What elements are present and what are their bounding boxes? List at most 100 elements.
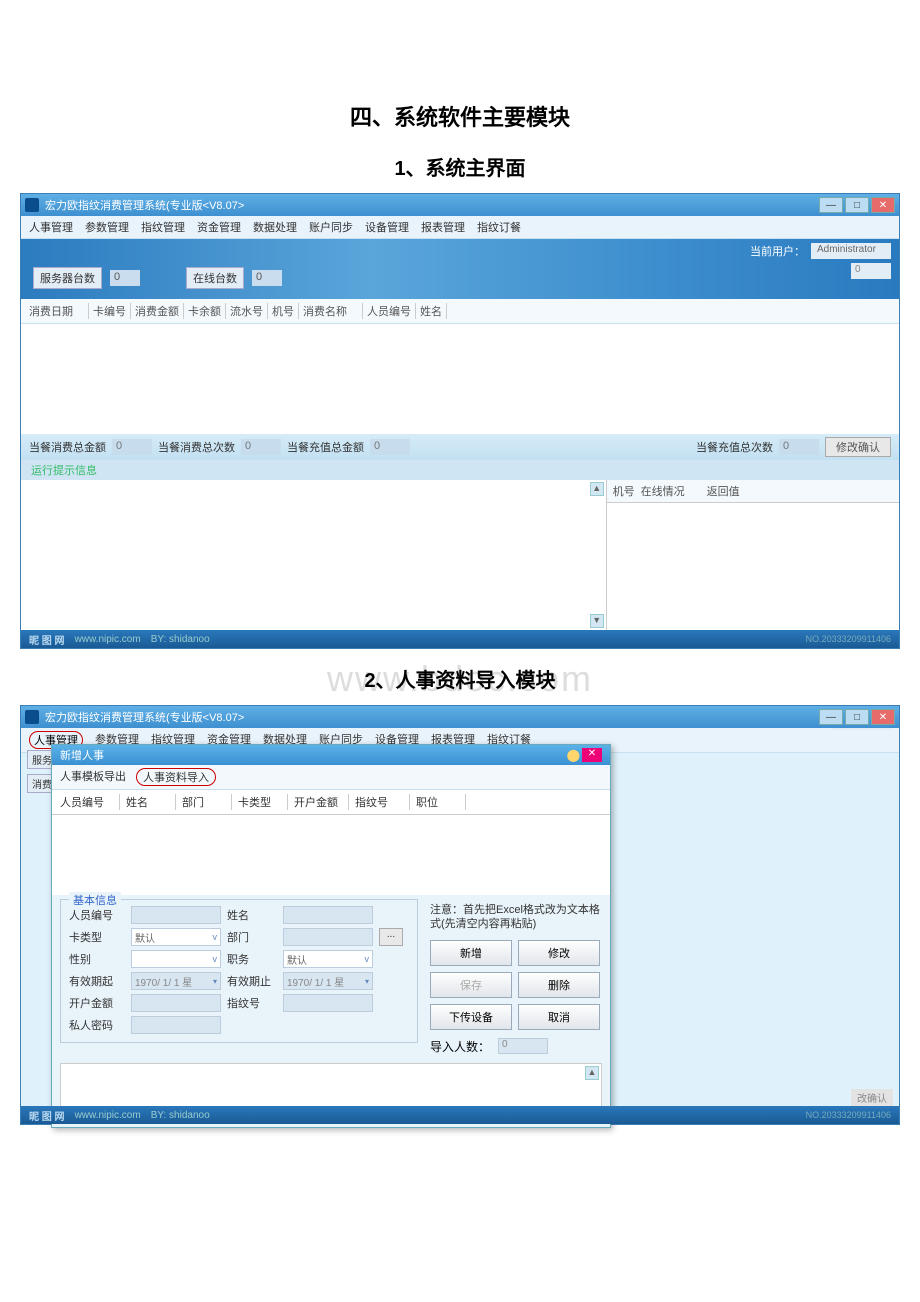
footer: 昵 图 网 www.nipic.com BY: shidanoo NO.2033… bbox=[21, 1106, 899, 1124]
sum-value: 0 bbox=[241, 439, 281, 455]
menu-item[interactable]: 账户同步 bbox=[309, 219, 353, 235]
col: 卡编号 bbox=[93, 303, 131, 319]
menu-item[interactable]: 指纹订餐 bbox=[477, 219, 521, 235]
col: 消费名称 bbox=[303, 303, 363, 319]
col: 机号 bbox=[613, 483, 635, 499]
maximize-button[interactable]: □ bbox=[845, 197, 869, 213]
dept-browse-button[interactable]: ... bbox=[379, 928, 403, 946]
finger-input[interactable] bbox=[283, 994, 373, 1012]
main-window-screenshot: 宏力欧指纹消费管理系统(专业版<V8.07> — □ ✕ 人事管理 参数管理 指… bbox=[20, 193, 900, 649]
menu-item[interactable]: 报表管理 bbox=[421, 219, 465, 235]
amount-label: 开户金额 bbox=[69, 995, 125, 1011]
sum-value: 0 bbox=[370, 439, 410, 455]
menu-item[interactable]: 指纹管理 bbox=[141, 219, 185, 235]
footer-url: www.nipic.com bbox=[75, 634, 141, 645]
scroll-down-icon[interactable]: ▼ bbox=[590, 614, 604, 628]
menu-item[interactable]: 参数管理 bbox=[85, 219, 129, 235]
online-count-value: 0 bbox=[252, 270, 282, 286]
close-button[interactable]: ✕ bbox=[871, 197, 895, 213]
partial-user-text bbox=[831, 728, 891, 730]
maximize-button[interactable]: □ bbox=[845, 709, 869, 725]
sum-label: 当餐充值总次数 bbox=[696, 439, 773, 455]
empno-input[interactable] bbox=[131, 906, 221, 924]
fieldset-legend: 基本信息 bbox=[69, 892, 121, 908]
export-template-button[interactable]: 人事模板导出 bbox=[60, 768, 126, 786]
footer-logo: 昵 图 网 bbox=[29, 1108, 65, 1123]
dialog-grid-header: 人员编号 姓名 部门 卡类型 开户金额 指纹号 职位 bbox=[52, 790, 610, 815]
import-count-label: 导入人数： bbox=[430, 1038, 490, 1055]
dialog-titlebar: 新增人事 ⬤ ✕ bbox=[52, 745, 610, 765]
header-band: 当前用户： Administrator 0 服务器台数 0 在线台数 0 bbox=[21, 239, 899, 299]
valid-from-date[interactable]: 1970/ 1/ 1 星 bbox=[131, 972, 221, 990]
current-user-field: Administrator bbox=[811, 243, 891, 259]
pwd-input[interactable] bbox=[131, 1016, 221, 1034]
menu-item[interactable]: 资金管理 bbox=[197, 219, 241, 235]
gender-select[interactable] bbox=[131, 950, 221, 968]
col: 消费日期 bbox=[29, 303, 89, 319]
upload-button[interactable]: 下传设备 bbox=[430, 1004, 512, 1030]
sum-label: 当餐消费总金额 bbox=[29, 439, 106, 455]
server-count-label: 服务器台数 bbox=[33, 267, 102, 289]
window-title: 宏力欧指纹消费管理系统(专业版<V8.07> bbox=[45, 709, 244, 725]
cancel-button[interactable]: 取消 bbox=[518, 1004, 600, 1030]
valid-from-label: 有效期起 bbox=[69, 973, 125, 989]
empno-label: 人员编号 bbox=[69, 907, 125, 923]
dialog-toolbar: 人事模板导出 人事资料导入 bbox=[52, 765, 610, 790]
col: 消费金额 bbox=[135, 303, 184, 319]
col: 指纹号 bbox=[355, 794, 410, 810]
server-count-value: 0 bbox=[110, 270, 140, 286]
save-button[interactable]: 保存 bbox=[430, 972, 512, 998]
log-area: ▲ ▼ bbox=[21, 480, 607, 630]
edit-button[interactable]: 修改 bbox=[518, 940, 600, 966]
scroll-up-icon[interactable]: ▲ bbox=[585, 1066, 599, 1080]
titlebar: 宏力欧指纹消费管理系统(专业版<V8.07> — □ ✕ bbox=[21, 706, 899, 728]
footer-id: NO.20333209911406 bbox=[806, 1110, 891, 1120]
close-button[interactable]: ✕ bbox=[871, 709, 895, 725]
col: 部门 bbox=[182, 794, 232, 810]
col: 姓名 bbox=[420, 303, 447, 319]
dept-label: 部门 bbox=[227, 929, 277, 945]
app-icon bbox=[25, 198, 39, 212]
dept-input[interactable] bbox=[283, 928, 373, 946]
footer-author: BY: shidanoo bbox=[151, 1110, 210, 1121]
dialog-grid-body bbox=[52, 815, 610, 895]
import-data-button[interactable]: 人事资料导入 bbox=[136, 768, 216, 786]
cardtype-select[interactable]: 默认 bbox=[131, 928, 221, 946]
sum-label: 当餐消费总次数 bbox=[158, 439, 235, 455]
minimize-button[interactable]: — bbox=[819, 197, 843, 213]
add-button[interactable]: 新增 bbox=[430, 940, 512, 966]
name-input[interactable] bbox=[283, 906, 373, 924]
col: 在线情况 bbox=[641, 483, 701, 499]
summary-row: 当餐消费总金额 0 当餐消费总次数 0 当餐充值总金额 0 当餐充值总次数 0 … bbox=[21, 434, 899, 460]
sum-label: 当餐充值总金额 bbox=[287, 439, 364, 455]
footer-id: NO.20333209911406 bbox=[806, 634, 891, 644]
partial-confirm-button[interactable]: 改确认 bbox=[851, 1089, 893, 1106]
dialog-close-button[interactable]: ✕ bbox=[582, 748, 602, 762]
menu-item[interactable]: 人事管理 bbox=[29, 219, 73, 235]
footer-author: BY: shidanoo bbox=[151, 634, 210, 645]
grid-body bbox=[21, 324, 899, 434]
grid-header: 消费日期 卡编号 消费金额 卡余额 流水号 机号 消费名称 人员编号 姓名 bbox=[21, 299, 899, 324]
menu-item[interactable]: 设备管理 bbox=[365, 219, 409, 235]
sum-value: 0 bbox=[112, 439, 152, 455]
job-select[interactable]: 默认 bbox=[283, 950, 373, 968]
col: 卡余额 bbox=[188, 303, 226, 319]
col: 开户金额 bbox=[294, 794, 349, 810]
import-count-value: 0 bbox=[498, 1038, 548, 1054]
minimize-button[interactable]: — bbox=[819, 709, 843, 725]
amount-input[interactable] bbox=[131, 994, 221, 1012]
import-notice: 注意：首先把Excel格式改为文本格式(先清空内容再粘贴) bbox=[430, 903, 600, 932]
add-personnel-dialog: 新增人事 ⬤ ✕ 人事模板导出 人事资料导入 人员编号 姓名 部门 卡类型 开户… bbox=[51, 744, 611, 1128]
confirm-button[interactable]: 修改确认 bbox=[825, 437, 891, 457]
delete-button[interactable]: 删除 bbox=[518, 972, 600, 998]
footer-url: www.nipic.com bbox=[75, 1110, 141, 1121]
menu-item[interactable]: 数据处理 bbox=[253, 219, 297, 235]
basic-info-fieldset: 基本信息 人员编号 姓名 卡类型 默认 部门 ... 性别 bbox=[60, 899, 418, 1043]
valid-to-date[interactable]: 1970/ 1/ 1 星 bbox=[283, 972, 373, 990]
name-label: 姓名 bbox=[227, 907, 277, 923]
help-icon[interactable]: ⬤ bbox=[567, 748, 580, 762]
titlebar: 宏力欧指纹消费管理系统(专业版<V8.07> — □ ✕ bbox=[21, 194, 899, 216]
col: 流水号 bbox=[230, 303, 268, 319]
col: 职位 bbox=[416, 794, 466, 810]
scroll-up-icon[interactable]: ▲ bbox=[590, 482, 604, 496]
